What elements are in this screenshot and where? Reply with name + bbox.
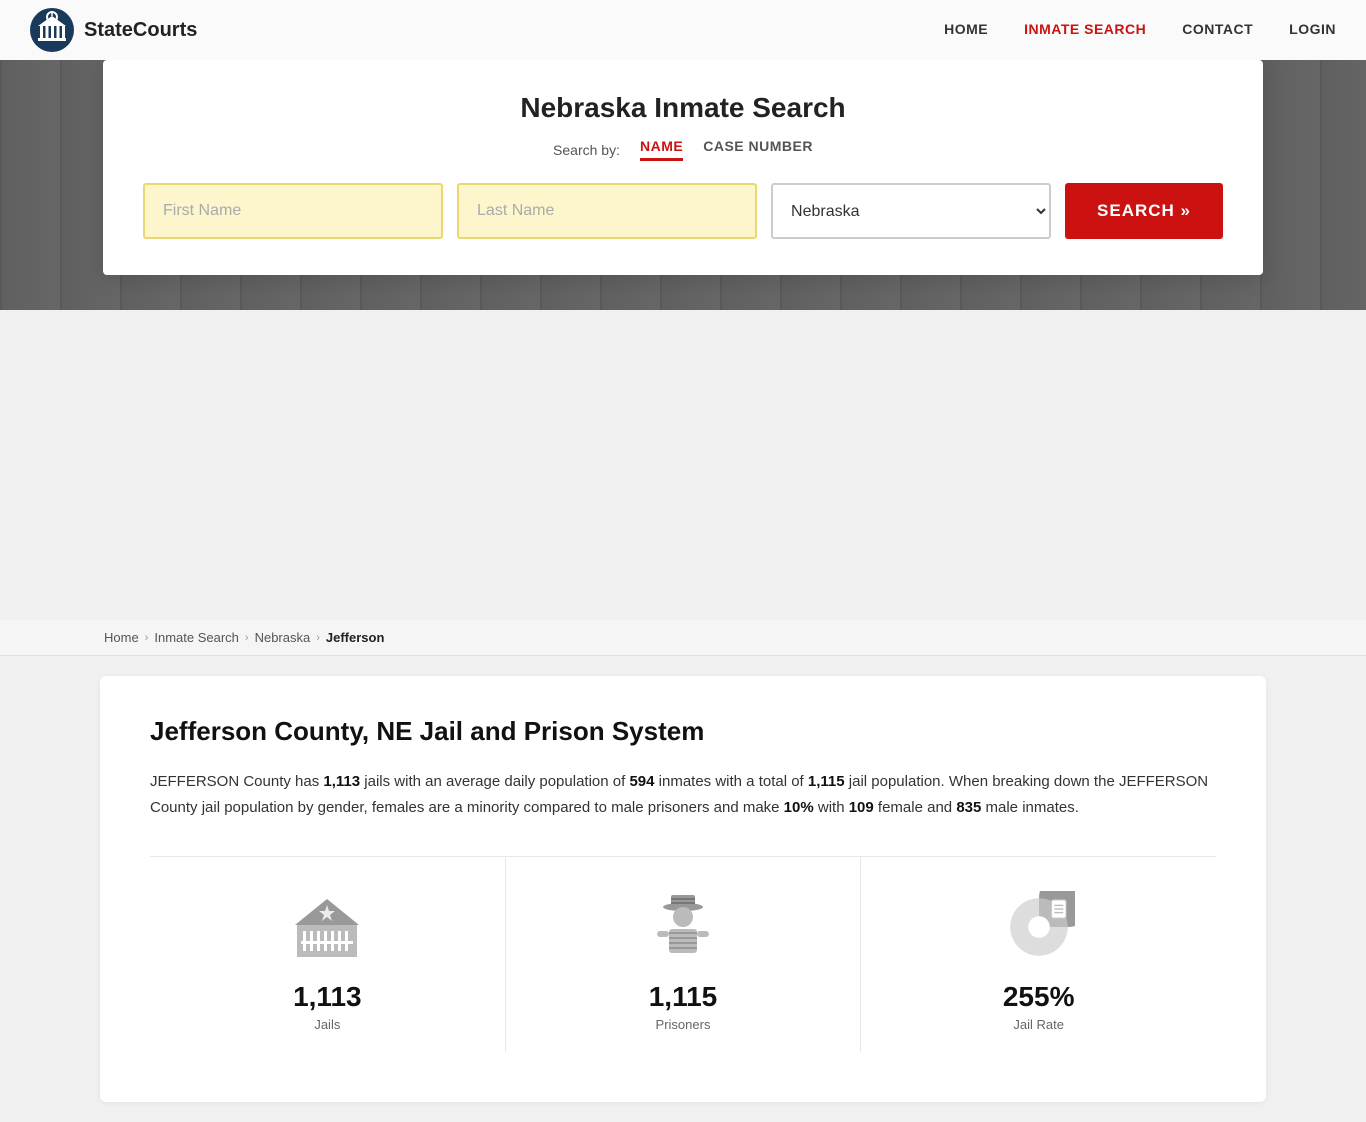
stat-jail-rate-number: 255% [1003, 981, 1075, 1013]
breadcrumb: Home › Inmate Search › Nebraska › Jeffer… [0, 620, 1366, 656]
nav-login[interactable]: LOGIN [1289, 21, 1336, 37]
navbar: StateCourts HOME INMATE SEARCH CONTACT L… [0, 0, 1366, 60]
search-tab-name[interactable]: NAME [640, 138, 683, 161]
search-tab-case[interactable]: CASE NUMBER [703, 138, 813, 161]
breadcrumb-nebraska[interactable]: Nebraska [255, 630, 311, 645]
pie-chart-icon [999, 887, 1079, 967]
breadcrumb-inmate-search[interactable]: Inmate Search [154, 630, 239, 645]
nav-menu: HOME INMATE SEARCH CONTACT LOGIN [944, 21, 1336, 39]
search-inputs-row: Nebraska Alabama Alaska Arizona Californ… [143, 183, 1223, 239]
desc-female-suffix: female and [874, 799, 957, 816]
logo-link[interactable]: StateCourts [30, 8, 197, 52]
stat-prisoners: 1,115 Prisoners [506, 857, 862, 1052]
stats-row: 1,113 Jails [150, 856, 1216, 1052]
stat-prisoners-label: Prisoners [656, 1017, 711, 1032]
jails-icon [287, 887, 367, 967]
desc-pct-suffix: with [814, 799, 849, 816]
hero-section: COURTHOUSE StateCourts [0, 0, 1366, 310]
first-name-input[interactable] [143, 183, 443, 239]
stat-jails-number: 1,113 [293, 981, 362, 1013]
desc-male: 835 [956, 799, 981, 816]
stat-jail-rate-label: Jail Rate [1013, 1017, 1064, 1032]
nav-inmate-search[interactable]: INMATE SEARCH [1024, 21, 1146, 37]
desc-jails: 1,113 [323, 773, 360, 790]
desc-total-pop: 1,115 [808, 773, 845, 790]
nav-home[interactable]: HOME [944, 21, 988, 37]
last-name-input[interactable] [457, 183, 757, 239]
desc-intro: JEFFERSON County has [150, 773, 323, 790]
desc-pct: 10% [784, 799, 814, 816]
county-title: Jefferson County, NE Jail and Prison Sys… [150, 716, 1216, 747]
logo-text: StateCourts [84, 19, 197, 42]
breadcrumb-sep-2: › [245, 632, 249, 644]
desc-female: 109 [849, 799, 874, 816]
search-button[interactable]: SEARCH » [1065, 183, 1223, 239]
prisoner-icon [643, 887, 723, 967]
desc-avg-pop-suffix: inmates with a total of [654, 773, 807, 790]
state-select[interactable]: Nebraska Alabama Alaska Arizona Californ… [771, 183, 1051, 239]
stat-jail-rate: 255% Jail Rate [861, 857, 1216, 1052]
county-description: JEFFERSON County has 1,113 jails with an… [150, 769, 1216, 820]
desc-jails-suffix: jails with an average daily population o… [360, 773, 629, 790]
search-title: Nebraska Inmate Search [143, 92, 1223, 124]
search-by-label: Search by: [553, 142, 620, 158]
search-card: Nebraska Inmate Search Search by: NAME C… [103, 60, 1263, 275]
desc-avg-pop: 594 [629, 773, 654, 790]
logo-icon [30, 8, 74, 52]
breadcrumb-current: Jefferson [326, 630, 385, 645]
search-by-row: Search by: NAME CASE NUMBER [143, 138, 1223, 161]
main-content: Jefferson County, NE Jail and Prison Sys… [100, 676, 1266, 1102]
desc-male-suffix: male inmates. [981, 799, 1079, 816]
nav-contact[interactable]: CONTACT [1182, 21, 1253, 37]
breadcrumb-sep-3: › [316, 632, 320, 644]
stat-jails-label: Jails [314, 1017, 340, 1032]
breadcrumb-home[interactable]: Home [104, 630, 139, 645]
stat-jails: 1,113 Jails [150, 857, 506, 1052]
stat-prisoners-number: 1,115 [649, 981, 718, 1013]
breadcrumb-sep-1: › [145, 632, 149, 644]
